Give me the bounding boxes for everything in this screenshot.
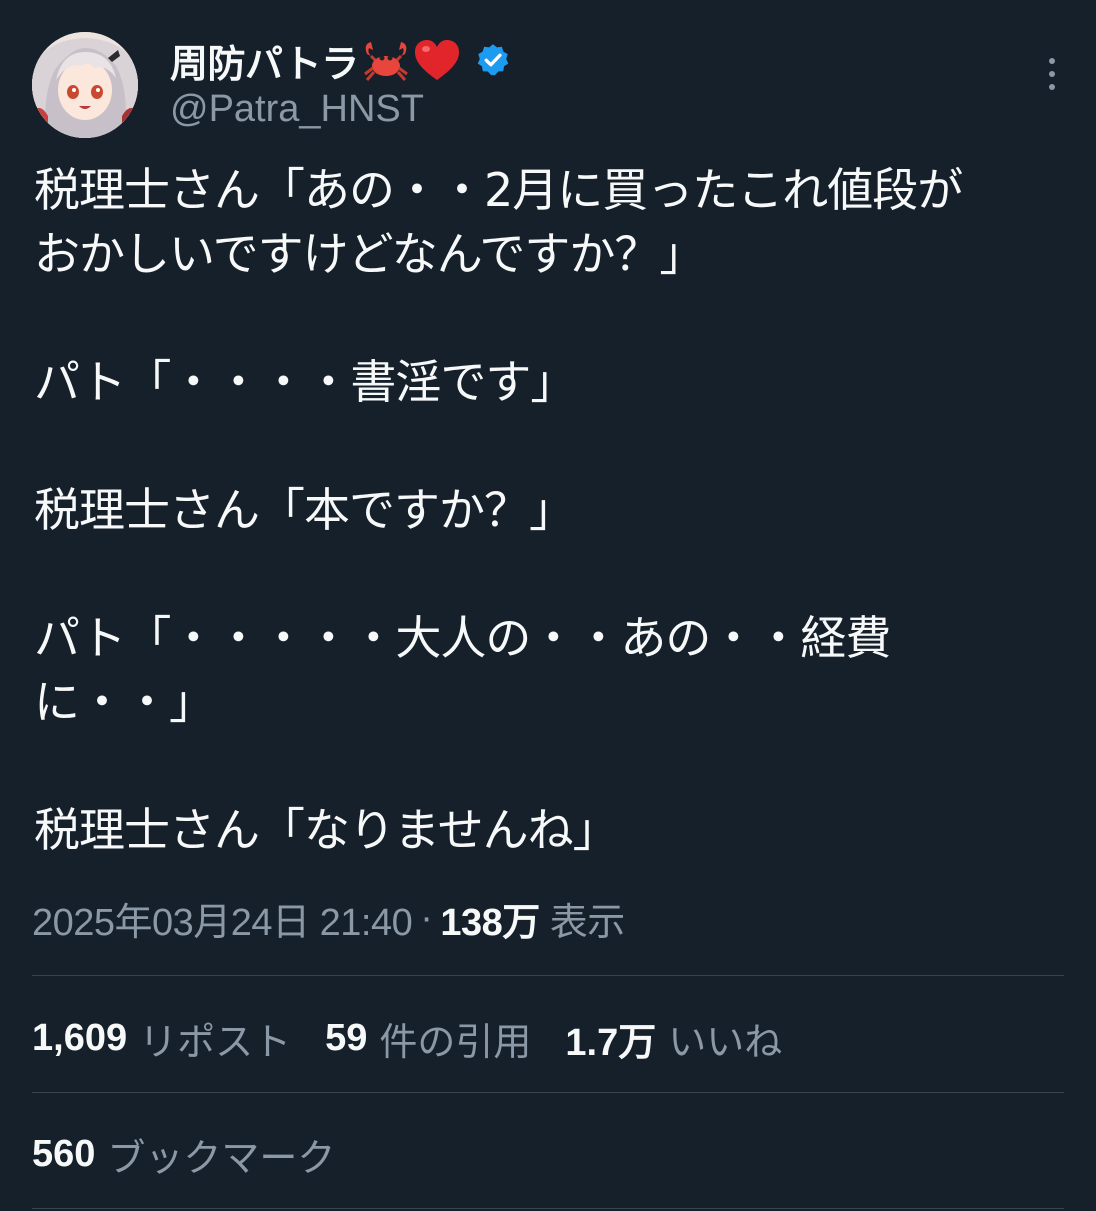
tweet-line: おかしいですけどなんですか？」 [34,227,705,281]
display-name[interactable]: 周防パトラ [170,33,359,88]
quotes-count: 59 [325,1016,368,1059]
tweet-line: パト「・・・・・大人の・・あの・・経費 [34,611,891,665]
tweet-line: 税理士さん「本ですか？」 [34,483,575,537]
tweet-line: に・・」 [34,675,215,729]
likes-label: いいね [668,1019,783,1064]
tweet-header: 周防パトラ @Patra_HNST [32,32,1064,138]
bookmarks-stat[interactable]: 560 ブックマーク [32,1127,335,1182]
reposts-count: 1,609 [32,1016,128,1059]
divider [32,1092,1064,1093]
avatar-image [32,32,138,138]
divider [32,1208,1064,1209]
tweet-meta: 2025年03月24日 21:40 · 138万 表示 [32,888,625,948]
engagement-stats: 1,609 リポスト 59 件の引用 1.7万 いいね [32,1008,816,1068]
timestamp[interactable]: 2025年03月24日 21:40 [32,891,413,946]
avatar[interactable] [32,32,138,138]
bookmark-stats: 560 ブックマーク [32,1124,369,1184]
bookmarks-label: ブックマーク [107,1135,336,1180]
reposts-label: リポスト [139,1019,292,1064]
tweet-line: パト「・・・・書淫です」 [34,355,576,409]
name-row: 周防パトラ [170,34,511,86]
reposts-stat[interactable]: 1,609 リポスト [32,1011,291,1066]
tweet-line: 税理士さん「あの・・2月に買ったこれ値段が [34,163,963,217]
divider [32,975,1064,976]
quotes-label: 件の引用 [379,1019,532,1064]
red-heart-emoji-icon [413,38,461,82]
quotes-stat[interactable]: 59 件の引用 [325,1011,531,1066]
crab-emoji-icon [361,38,411,82]
tweet-text: 税理士さん「あの・・2月に買ったこれ値段が おかしいですけどなんですか？」 パト… [34,158,1074,862]
bookmarks-count: 560 [32,1132,96,1175]
meta-separator: · [420,896,433,939]
verified-badge-icon[interactable] [475,42,511,78]
views-label: 表示 [549,901,626,944]
more-options-icon[interactable] [1040,54,1064,94]
likes-count: 1.7万 [565,1021,657,1064]
views-count: 138万 [440,901,540,944]
likes-stat[interactable]: 1.7万 いいね [565,1011,782,1066]
user-handle[interactable]: @Patra_HNST [170,88,424,131]
tweet-line: 税理士さん「なりませんね」 [34,803,619,857]
